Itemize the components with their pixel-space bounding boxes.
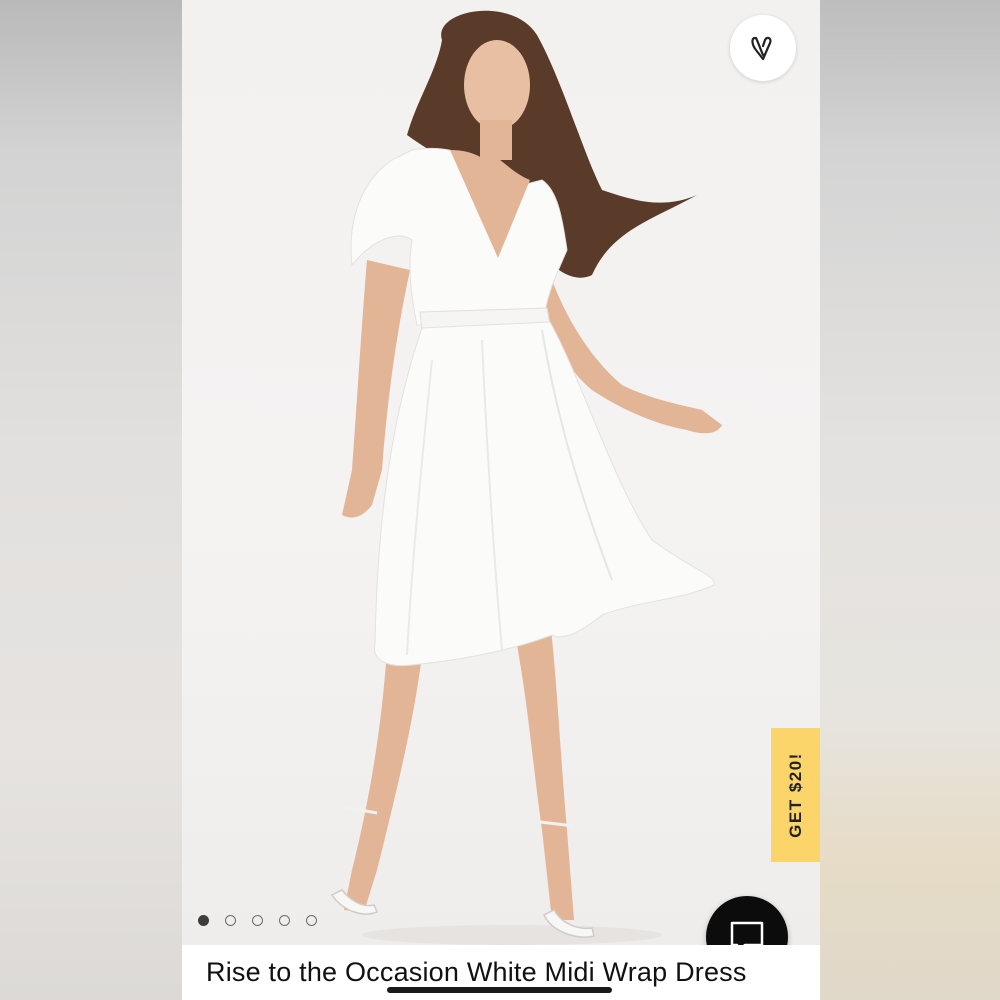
blurred-background-right: [820, 0, 1000, 1000]
home-indicator: [387, 987, 612, 993]
promo-label: GET $20!: [785, 752, 805, 838]
promo-tab[interactable]: GET $20!: [771, 728, 820, 862]
pagination-dot[interactable]: [225, 915, 236, 926]
product-image[interactable]: [182, 0, 820, 945]
product-title: Rise to the Occasion White Midi Wrap Dre…: [206, 957, 747, 987]
pagination-dot[interactable]: [252, 915, 263, 926]
blurred-background-left: [0, 0, 182, 1000]
pagination-dot[interactable]: [198, 915, 209, 926]
pagination-dot[interactable]: [306, 915, 317, 926]
product-screen: GET $20! Rise to the Occasion White Midi…: [182, 0, 820, 1000]
gallery-pagination: [198, 915, 317, 926]
model-illustration: [330, 10, 722, 945]
favorite-button[interactable]: [730, 15, 796, 81]
pagination-dot[interactable]: [279, 915, 290, 926]
heart-outline-icon: [751, 36, 772, 61]
